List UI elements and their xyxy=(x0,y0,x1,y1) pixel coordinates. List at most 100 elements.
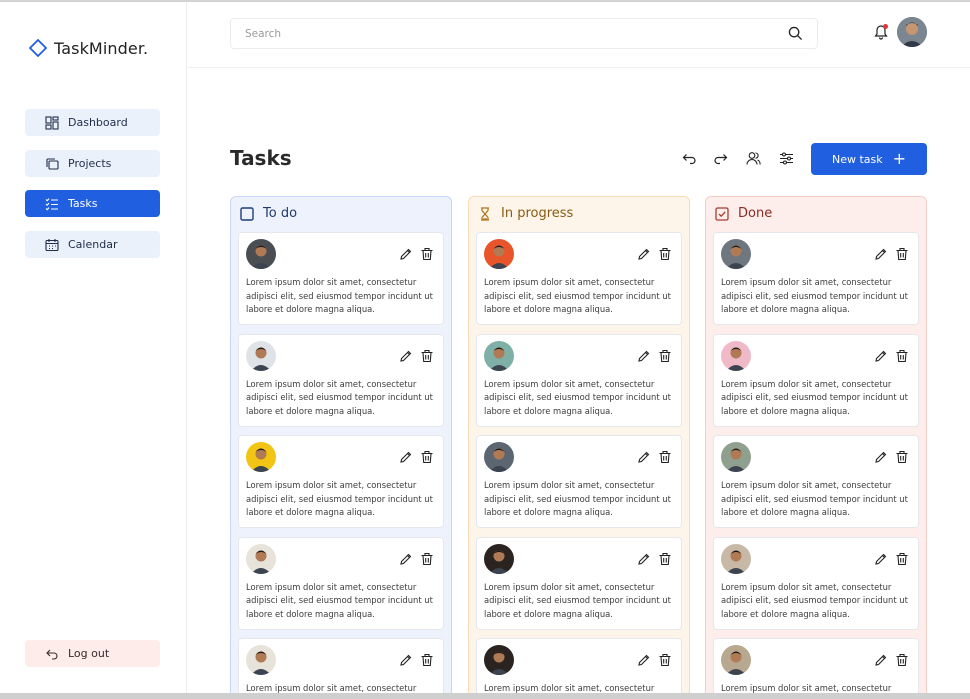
assignee-avatar[interactable] xyxy=(484,645,514,675)
calendar-icon xyxy=(45,238,59,251)
edit-pencil-icon[interactable] xyxy=(637,348,651,362)
user-photo-icon xyxy=(897,17,927,47)
trash-icon[interactable] xyxy=(420,348,434,362)
edit-pencil-icon[interactable] xyxy=(399,652,413,666)
task-description: Lorem ipsum dolor sit amet, consectetur … xyxy=(721,378,908,416)
sidebar-item-calendar[interactable]: Calendar xyxy=(25,231,160,258)
sidebar-item-tasks[interactable]: Tasks xyxy=(25,190,160,217)
edit-pencil-icon[interactable] xyxy=(399,246,413,260)
assignee-avatar[interactable] xyxy=(484,340,514,371)
task-card[interactable]: Lorem ipsum dolor sit amet, consectetur … xyxy=(238,333,444,427)
task-card[interactable]: Lorem ipsum dolor sit amet, consectetur xyxy=(476,638,682,699)
trash-icon[interactable] xyxy=(895,551,909,565)
search-box[interactable] xyxy=(230,18,818,49)
task-card[interactable]: Lorem ipsum dolor sit amet, consectetur xyxy=(713,638,919,699)
logout-button[interactable]: Log out xyxy=(25,640,160,667)
task-card[interactable]: Lorem ipsum dolor sit amet, consectetur … xyxy=(238,536,444,630)
column-header-in-progress: In progress xyxy=(478,206,573,221)
users-icon[interactable] xyxy=(746,151,761,166)
trash-icon[interactable] xyxy=(658,348,672,362)
task-card[interactable]: Lorem ipsum dolor sit amet, consectetur … xyxy=(476,333,682,427)
task-description: Lorem ipsum dolor sit amet, consectetur … xyxy=(721,277,908,314)
edit-pencil-icon[interactable] xyxy=(874,551,888,565)
logout-icon xyxy=(46,649,58,660)
tasks-icon xyxy=(45,197,58,211)
assignee-avatar[interactable] xyxy=(246,645,276,675)
search-icon[interactable] xyxy=(788,26,803,41)
trash-icon[interactable] xyxy=(420,551,434,565)
diamond-logo-icon xyxy=(28,38,48,58)
logout-label: Log out xyxy=(68,647,110,660)
hourglass-icon xyxy=(481,206,489,221)
edit-pencil-icon[interactable] xyxy=(399,449,413,463)
trash-icon[interactable] xyxy=(895,449,909,464)
new-task-button[interactable]: New task + xyxy=(811,143,927,175)
task-description: Lorem ipsum dolor sit amet, consectetur … xyxy=(721,480,908,517)
edit-pencil-icon[interactable] xyxy=(637,551,651,565)
task-description: Lorem ipsum dolor sit amet, consectetur … xyxy=(484,378,671,416)
edit-pencil-icon[interactable] xyxy=(637,652,651,666)
task-card[interactable]: Lorem ipsum dolor sit amet, consectetur … xyxy=(238,435,444,528)
task-card[interactable]: Lorem ipsum dolor sit amet, consectetur … xyxy=(476,435,682,528)
assignee-avatar[interactable] xyxy=(246,543,276,574)
trash-icon[interactable] xyxy=(658,551,672,565)
edit-pencil-icon[interactable] xyxy=(874,246,888,260)
search-input[interactable] xyxy=(245,27,788,40)
task-card[interactable]: Lorem ipsum dolor sit amet, consectetur xyxy=(238,638,444,699)
task-card[interactable]: Lorem ipsum dolor sit amet, consectetur … xyxy=(476,232,682,325)
trash-icon[interactable] xyxy=(658,246,672,261)
assignee-avatar[interactable] xyxy=(721,340,751,371)
undo-icon[interactable] xyxy=(682,151,697,166)
sidebar-item-projects[interactable]: Projects xyxy=(25,150,160,177)
assignee-avatar[interactable] xyxy=(484,442,514,472)
edit-pencil-icon[interactable] xyxy=(874,348,888,362)
assignee-avatar[interactable] xyxy=(721,543,751,574)
task-card[interactable]: Lorem ipsum dolor sit amet, consectetur … xyxy=(238,232,444,325)
edit-pencil-icon[interactable] xyxy=(874,449,888,463)
redo-icon[interactable] xyxy=(713,151,728,166)
assignee-avatar[interactable] xyxy=(484,239,514,269)
assignee-avatar[interactable] xyxy=(721,239,751,269)
task-card[interactable]: Lorem ipsum dolor sit amet, consectetur … xyxy=(713,333,919,427)
task-description: Lorem ipsum dolor sit amet, consectetur … xyxy=(246,277,433,314)
trash-icon[interactable] xyxy=(420,449,434,464)
edit-pencil-icon[interactable] xyxy=(637,449,651,463)
edit-pencil-icon[interactable] xyxy=(399,348,413,362)
plus-icon: + xyxy=(892,149,907,168)
assignee-avatar[interactable] xyxy=(246,340,276,371)
sidebar-item-dashboard[interactable]: Dashboard xyxy=(25,109,160,136)
app-logo[interactable]: TaskMinder. xyxy=(28,38,148,58)
assignee-avatar[interactable] xyxy=(721,645,751,675)
trash-icon[interactable] xyxy=(895,246,909,261)
task-description: Lorem ipsum dolor sit amet, consectetur … xyxy=(721,581,908,619)
trash-icon[interactable] xyxy=(895,348,909,362)
task-description: Lorem ipsum dolor sit amet, consectetur … xyxy=(246,378,433,416)
trash-icon[interactable] xyxy=(895,652,909,667)
assignee-avatar[interactable] xyxy=(246,239,276,269)
trash-icon[interactable] xyxy=(420,652,434,667)
trash-icon[interactable] xyxy=(658,449,672,464)
trash-icon[interactable] xyxy=(420,246,434,261)
assignee-avatar[interactable] xyxy=(484,543,514,574)
filter-sliders-icon[interactable] xyxy=(779,151,794,166)
task-card[interactable]: Lorem ipsum dolor sit amet, consectetur … xyxy=(713,232,919,325)
edit-pencil-icon[interactable] xyxy=(399,551,413,565)
task-card[interactable]: Lorem ipsum dolor sit amet, consectetur … xyxy=(476,536,682,630)
task-card[interactable]: Lorem ipsum dolor sit amet, consectetur … xyxy=(713,536,919,630)
assignee-avatar[interactable] xyxy=(246,442,276,472)
new-task-label: New task xyxy=(831,152,883,166)
task-card[interactable]: Lorem ipsum dolor sit amet, consectetur … xyxy=(713,435,919,528)
trash-icon[interactable] xyxy=(658,652,672,667)
assignee-avatar[interactable] xyxy=(721,442,751,472)
checkbox-empty-icon xyxy=(240,206,254,221)
edit-pencil-icon[interactable] xyxy=(874,652,888,666)
edit-pencil-icon[interactable] xyxy=(637,246,651,260)
task-description: Lorem ipsum dolor sit amet, consectetur … xyxy=(246,581,433,619)
sidebar: TaskMinder. Dashboard Projects Tasks Cal… xyxy=(0,2,187,693)
sidebar-item-label: Projects xyxy=(68,157,112,170)
window-bottom-border xyxy=(0,693,970,699)
task-description: Lorem ipsum dolor sit amet, consectetur … xyxy=(484,277,671,314)
topbar xyxy=(188,2,970,68)
user-avatar[interactable] xyxy=(897,17,927,47)
checkbox-checked-icon xyxy=(715,206,729,221)
